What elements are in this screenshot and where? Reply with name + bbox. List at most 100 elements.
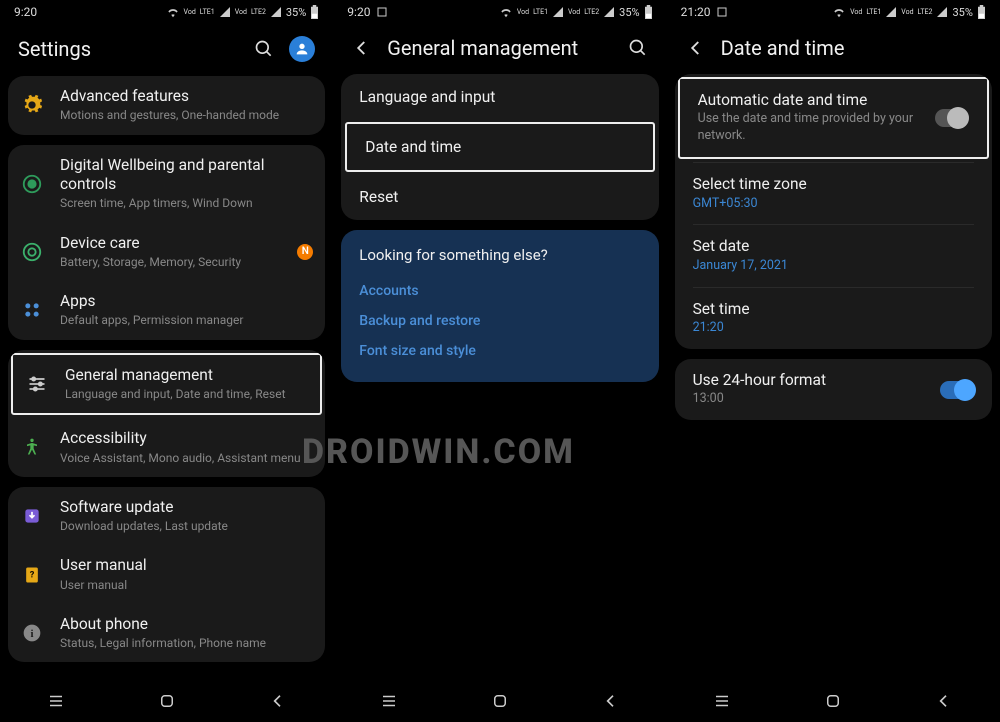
row-sub: January 17, 2021 [693,258,974,275]
link-backup-restore[interactable]: Backup and restore [359,306,640,336]
status-bar: 9:20 Vod LTE1 Vod LTE2 35% [0,0,333,24]
row-title: Automatic date and time [698,91,925,110]
page-title: Settings [18,37,239,61]
row-about-phone[interactable]: i About phone Status, Legal information,… [8,604,325,663]
accessibility-icon [22,437,42,457]
status-time: 21:20 [681,5,711,19]
battery-percent: 35% [286,6,306,19]
row-date-time[interactable]: Date and time [345,122,654,172]
signal-icon [603,6,615,18]
nav-home[interactable] [808,692,858,710]
nav-recent[interactable] [31,692,81,710]
card-middle: Digital Wellbeing and parental controls … [8,145,325,340]
row-device-care[interactable]: Device care Battery, Storage, Memory, Se… [8,223,325,282]
card-general: General management Language and input, D… [8,350,325,477]
signal-icon [219,6,231,18]
screenshot-icon [376,6,388,18]
search-button[interactable] [253,38,275,60]
row-software-update[interactable]: Software update Download updates, Last u… [8,487,325,546]
row-sub: 13:00 [693,391,930,408]
svg-text:i: i [30,628,33,640]
link-accounts[interactable]: Accounts [359,276,640,306]
nav-back[interactable] [586,693,636,709]
chevron-left-icon [353,39,371,57]
row-digital-wellbeing[interactable]: Digital Wellbeing and parental controls … [8,145,325,223]
row-title: Set date [693,237,974,256]
battery-icon [977,5,986,19]
row-language-input[interactable]: Language and input [341,74,658,120]
search-icon [254,39,274,59]
battery-icon [310,5,319,19]
device-care-icon [21,241,43,263]
row-sub: 21:20 [693,320,974,337]
nav-recent[interactable] [697,692,747,710]
row-accessibility[interactable]: Accessibility Voice Assistant, Mono audi… [8,418,325,477]
battery-percent: 35% [952,6,972,19]
download-icon [22,506,42,526]
row-24-hour-format[interactable]: Use 24-hour format 13:00 [675,359,992,420]
row-title: About phone [60,615,313,634]
row-sub: User manual [60,577,313,593]
row-set-date[interactable]: Set date January 17, 2021 [675,225,992,286]
search-button[interactable] [627,37,649,59]
row-advanced-features[interactable]: Advanced features Motions and gestures, … [8,76,325,135]
nav-back[interactable] [919,693,969,709]
card-advanced: Advanced features Motions and gestures, … [8,76,325,135]
apps-icon [22,300,42,320]
wellbeing-icon [21,173,43,195]
header-gm: General management [333,24,666,74]
status-time: 9:20 [14,5,37,19]
back-button[interactable] [351,37,373,59]
row-apps[interactable]: Apps Default apps, Permission manager [8,281,325,340]
gear-icon [21,94,43,116]
row-title: Apps [60,292,313,311]
signal-icon [552,6,564,18]
row-sub: Download updates, Last update [60,518,313,534]
row-title: General management [65,366,308,385]
toggle-24-hour[interactable] [940,381,974,399]
screen-general-management: 9:20 Vod LTE1 Vod LTE2 35% General manag… [333,0,666,722]
row-sub: Default apps, Permission manager [60,312,313,328]
nav-bar [0,680,333,722]
row-select-time-zone[interactable]: Select time zone GMT+05:30 [675,163,992,224]
chevron-left-icon [687,39,705,57]
row-sub: Battery, Storage, Memory, Security [60,254,283,270]
person-icon [294,41,310,57]
row-title: Use 24-hour format [693,371,930,390]
row-title: Accessibility [60,429,313,448]
nav-recent[interactable] [364,692,414,710]
row-title: Device care [60,234,283,253]
battery-icon [644,5,653,19]
nav-back[interactable] [253,693,303,709]
status-bar: 9:20 Vod LTE1 Vod LTE2 35% [333,0,666,24]
profile-avatar[interactable] [289,36,315,62]
card-gm-items: Language and input Date and time Reset [341,74,658,220]
back-button[interactable] [685,37,707,59]
status-bar: 21:20 Vod LTE1 Vod LTE2 35% [667,0,1000,24]
row-automatic-date-time[interactable]: Automatic date and time Use the date and… [680,79,987,157]
nav-home[interactable] [142,692,192,710]
row-sub: Motions and gestures, One-handed mode [60,107,313,123]
card-dt-main: Automatic date and time Use the date and… [675,74,992,349]
wifi-icon [832,5,846,19]
looking-card: Looking for something else? Accounts Bac… [341,230,658,382]
row-set-time[interactable]: Set time 21:20 [675,288,992,349]
nav-bar [333,680,666,722]
nav-home[interactable] [475,692,525,710]
link-font-size-style[interactable]: Font size and style [359,336,640,366]
wifi-icon [166,5,180,19]
row-reset[interactable]: Reset [341,174,658,220]
row-user-manual[interactable]: ? User manual User manual [8,545,325,604]
notification-badge: N [297,244,313,260]
row-general-management[interactable]: General management Language and input, D… [11,353,322,416]
screen-settings: 9:20 Vod LTE1 Vod LTE2 35% Settings Adva… [0,0,333,722]
row-title: User manual [60,556,313,575]
sliders-icon [27,374,47,394]
row-title: Set time [693,300,974,319]
row-sub: Language and input, Date and time, Reset [65,386,308,402]
status-time: 9:20 [347,5,370,19]
page-title: Date and time [721,36,982,60]
row-title: Digital Wellbeing and parental controls [60,156,313,195]
toggle-auto-date-time[interactable] [935,109,969,127]
header-dt: Date and time [667,24,1000,74]
